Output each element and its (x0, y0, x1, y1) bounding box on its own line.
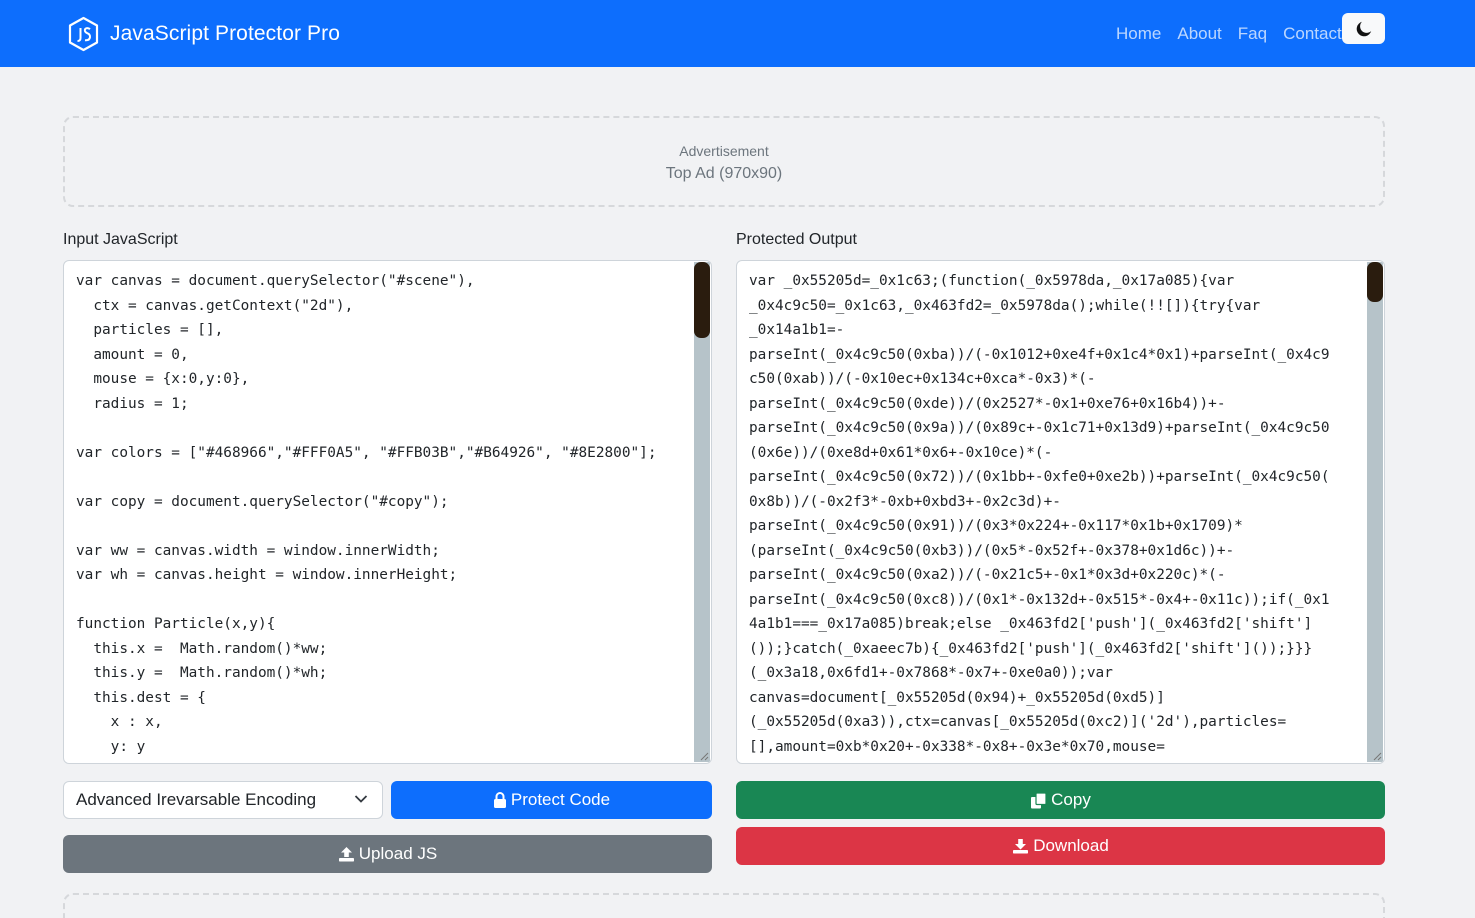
nav-faq[interactable]: Faq (1238, 24, 1267, 44)
lock-icon (493, 792, 506, 808)
input-code-textarea[interactable]: var canvas = document.querySelector("#sc… (63, 260, 712, 764)
ad-size: Top Ad (970x90) (665, 165, 783, 182)
protect-code-button[interactable]: Protect Code (391, 781, 712, 819)
moon-icon (1356, 21, 1371, 36)
upload-icon (338, 847, 354, 862)
chevron-down-icon (354, 795, 368, 803)
theme-toggle-button[interactable] (1342, 13, 1385, 44)
encoding-selected-value: Advanced Irevarsable Encoding (76, 790, 317, 809)
upload-js-label: Upload JS (358, 844, 438, 863)
input-scroll-thumb[interactable] (694, 262, 710, 338)
input-label: Input JavaScript (63, 231, 178, 248)
nav-about[interactable]: About (1177, 24, 1221, 44)
navbar: JavaScript Protector Pro Home About Faq … (0, 0, 1475, 67)
output-code: var _0x55205d=_0x1c63;(function(_0x5978d… (749, 273, 1330, 755)
output-label: Protected Output (736, 231, 857, 248)
output-scroll-thumb[interactable] (1367, 262, 1383, 302)
download-icon (1013, 839, 1029, 854)
download-button[interactable]: Download (736, 827, 1385, 865)
top-ad: Advertisement Top Ad (970x90) (63, 116, 1385, 207)
resize-grip-icon[interactable] (699, 751, 709, 761)
copy-button[interactable]: Copy (736, 781, 1385, 819)
nav-home[interactable]: Home (1116, 24, 1161, 44)
output-scrollbar[interactable] (1367, 262, 1383, 762)
encoding-select[interactable]: Advanced Irevarsable Encoding (63, 781, 383, 819)
resize-grip-icon[interactable] (1372, 751, 1382, 761)
nav-contact[interactable]: Contact (1283, 24, 1342, 44)
js-shield-icon (68, 16, 99, 52)
copy-label: Copy (1051, 790, 1091, 809)
protect-code-label: Protect Code (510, 790, 611, 809)
nav-links: Home About Faq Contact (1116, 24, 1358, 44)
output-code-textarea[interactable]: var _0x55205d=_0x1c63;(function(_0x5978d… (736, 260, 1385, 764)
copy-icon (1031, 791, 1047, 808)
brand-title: JavaScript Protector Pro (110, 22, 340, 45)
bottom-ad (63, 893, 1385, 918)
download-label: Download (1033, 836, 1109, 855)
brand[interactable]: JavaScript Protector Pro (67, 16, 340, 52)
ad-label: Advertisement (679, 143, 769, 159)
input-code: var canvas = document.querySelector("#sc… (76, 273, 657, 755)
upload-js-button[interactable]: Upload JS (63, 835, 712, 873)
